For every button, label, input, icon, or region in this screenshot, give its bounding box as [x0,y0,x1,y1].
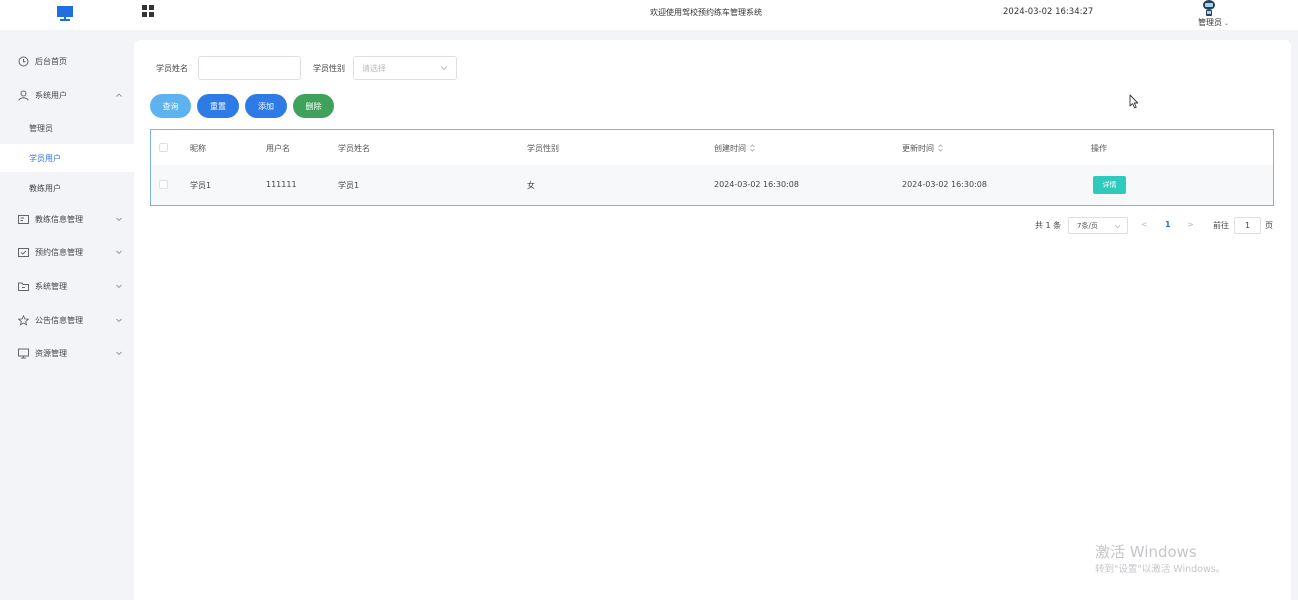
sidebar-item-admins[interactable]: 管理员 [0,114,134,142]
user-icon [18,90,29,101]
windows-activation-title: 激活 Windows [1095,543,1197,561]
reset-button[interactable]: 重置 [197,94,239,118]
sidebar-item-coach-info[interactable]: 教练信息管理 [0,205,134,233]
cell-updated-time: 2024-03-02 16:30:08 [902,180,987,189]
top-bar: 欢迎使用驾校预约练车管理系统 2024-03-02 16:34:27 管理员 ⌄ [0,0,1298,30]
detail-button[interactable]: 详情 [1093,176,1126,194]
page-number[interactable]: 1 [1165,220,1171,229]
sidebar-item-label: 预约信息管理 [35,247,83,257]
sidebar-item-coach-users[interactable]: 教练用户 [0,174,134,202]
star-icon [18,314,29,326]
page-suffix: 页 [1265,221,1273,230]
id-card-icon [18,214,29,224]
column-header-created-time[interactable]: 创建时间 [714,143,755,154]
chevron-down-icon: ⌄ [1224,20,1230,27]
mouse-cursor-icon [1129,94,1139,109]
pagination-total: 共 1 条 [1035,221,1062,230]
current-datetime: 2024-03-02 16:34:27 [1003,7,1094,17]
sidebar-item-label: 学员用户 [29,153,61,163]
sidebar-item-system-management[interactable]: 系统管理 [0,272,134,300]
student-name-label: 学员姓名 [156,64,188,73]
chevron-up-icon [116,93,122,97]
student-gender-label: 学员性别 [313,64,345,73]
system-title: 欢迎使用驾校预约练车管理系统 [650,8,762,17]
sidebar-item-label: 公告信息管理 [35,315,83,325]
page-size-select[interactable]: 7条/页 [1068,217,1128,234]
prev-page-button[interactable]: < [1141,220,1148,229]
sidebar-item-resources[interactable]: 资源管理 [0,339,134,367]
sidebar-item-label: 管理员 [29,123,53,133]
sidebar-item-label: 后台首页 [35,56,67,66]
delete-button[interactable]: 删除 [293,94,334,118]
column-header-student-name: 学员姓名 [338,144,370,153]
cell-nickname: 学员1 [190,181,212,190]
cell-student-name: 学员1 [338,181,360,190]
folder-icon [18,282,29,291]
chevron-down-icon [440,66,448,71]
page-size-value: 7条/页 [1077,222,1098,230]
column-header-label: 创建时间 [714,144,746,153]
sort-icon[interactable] [750,144,755,152]
column-header-student-gender: 学员性别 [527,144,559,153]
goto-label: 前往 [1213,221,1229,230]
sidebar-item-label: 教练信息管理 [35,214,83,224]
cell-created-time: 2024-03-02 16:30:08 [714,180,799,189]
sidebar-item-student-users[interactable]: 学员用户 [0,144,134,172]
sidebar-item-label: 系统用户 [35,90,67,100]
chevron-down-icon [116,250,122,255]
sidebar-item-label: 系统管理 [35,281,67,291]
students-table: 昵称 用户名 学员姓名 学员性别 创建时间 更新时间 操作 学员1 111111… [150,129,1274,206]
sidebar-item-booking-info[interactable]: 预约信息管理 [0,238,134,266]
goto-page-input[interactable] [1234,217,1261,234]
sort-icon[interactable] [938,144,943,152]
main-content: 学员姓名 学员性别 请选择 查询 重置 添加 删除 昵称 用户名 学员姓名 学员… [134,40,1291,600]
select-all-checkbox[interactable] [159,143,168,152]
monitor-icon [18,348,29,358]
student-name-input[interactable] [198,56,301,80]
table-row: 学员1 111111 学员1 女 2024-03-02 16:30:08 202… [151,165,1273,205]
chevron-down-icon [116,318,122,323]
chevron-down-icon [1114,224,1121,229]
sidebar-item-system-users[interactable]: 系统用户 [0,81,134,109]
clock-icon [18,56,29,66]
gender-select-placeholder: 请选择 [362,64,386,73]
user-menu[interactable]: 管理员 ⌄ [1198,17,1229,28]
chevron-down-icon [116,217,122,222]
add-button[interactable]: 添加 [245,94,287,118]
column-header-nickname: 昵称 [190,144,206,153]
row-checkbox[interactable] [159,180,168,189]
user-role: 管理员 [1198,18,1222,27]
table-header-row: 昵称 用户名 学员姓名 学员性别 创建时间 更新时间 操作 [151,130,1273,165]
calendar-check-icon [18,247,29,257]
cell-username: 111111 [266,180,297,189]
sidebar-item-announcements[interactable]: 公告信息管理 [0,306,134,334]
column-header-username: 用户名 [266,144,290,153]
monitor-icon[interactable] [56,4,74,22]
chevron-down-icon [116,284,122,289]
query-button[interactable]: 查询 [150,94,191,118]
column-header-label: 更新时间 [902,144,934,153]
grid-icon[interactable] [142,5,154,17]
chevron-down-icon [116,351,122,356]
windows-activation-hint: 转到"设置"以激活 Windows。 [1095,564,1226,575]
column-header-actions: 操作 [1091,144,1107,153]
sidebar-item-dashboard[interactable]: 后台首页 [0,47,134,75]
sidebar: 后台首页 系统用户 管理员 学员用户 教练用户 教练信息管理 预约信息管理 系统… [0,40,134,600]
student-gender-select[interactable]: 请选择 [353,56,457,80]
robot-avatar-icon[interactable] [1202,0,1216,16]
sidebar-item-label: 教练用户 [29,183,61,193]
sidebar-item-label: 资源管理 [35,348,67,358]
cell-student-gender: 女 [527,181,535,190]
column-header-updated-time[interactable]: 更新时间 [902,143,943,154]
next-page-button[interactable]: > [1187,220,1194,229]
